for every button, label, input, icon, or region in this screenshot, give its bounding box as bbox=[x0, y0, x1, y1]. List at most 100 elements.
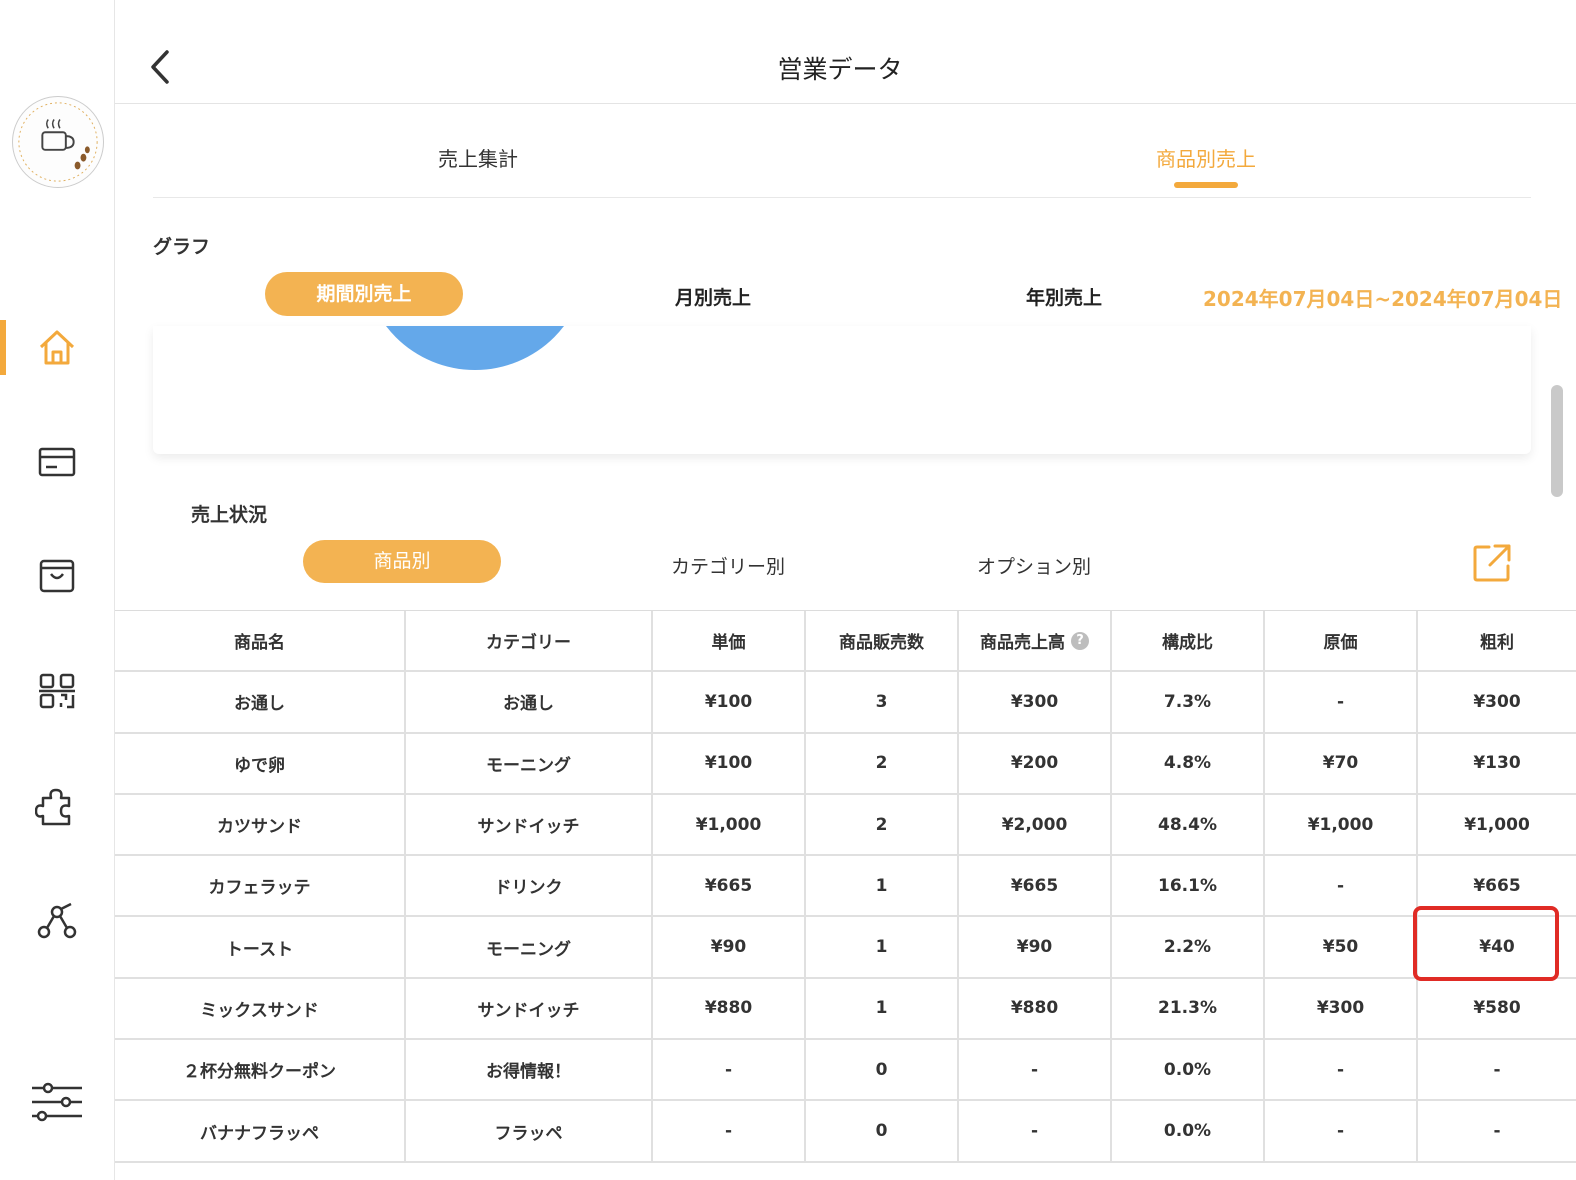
qr-code-icon[interactable] bbox=[35, 669, 79, 713]
table-cell: サンドイッチ bbox=[406, 794, 653, 855]
table-cell: 0.0% bbox=[1112, 1101, 1265, 1161]
table-cell: ¥2,000 bbox=[959, 794, 1112, 855]
table-cell: 1 bbox=[806, 856, 959, 916]
main-content: 営業データ 売上集計 商品別売上 グラフ 期間別売上 月別売上 年別売上 202… bbox=[115, 0, 1576, 1180]
period-tab-yearly[interactable]: 年別売上 bbox=[1026, 283, 1102, 310]
table-cell: ¥300 bbox=[959, 672, 1112, 732]
col-header-sales: 商品売上高? bbox=[959, 611, 1112, 671]
table-cell: ¥90 bbox=[959, 917, 1112, 977]
table-cell: サンドイッチ bbox=[406, 978, 653, 1039]
period-tab-monthly[interactable]: 月別売上 bbox=[675, 283, 751, 310]
table-cell: 2.2% bbox=[1112, 917, 1265, 977]
table-row: カフェラッテ ドリンク ¥665 1 ¥665 16.1% - ¥665 bbox=[115, 856, 1576, 918]
period-tab-by-period[interactable]: 期間別売上 bbox=[265, 272, 463, 316]
table-cell: お得情報！ bbox=[406, 1040, 653, 1100]
page-title: 営業データ bbox=[777, 55, 903, 84]
pie-chart-slice bbox=[363, 326, 587, 370]
help-icon[interactable]: ? bbox=[1071, 631, 1089, 650]
export-button[interactable] bbox=[1471, 542, 1513, 584]
table-cell: - bbox=[959, 1040, 1112, 1100]
table-cell: ¥880 bbox=[959, 978, 1112, 1039]
table-cell: モーニング bbox=[406, 733, 653, 793]
table-cell: ¥300 bbox=[1473, 691, 1521, 712]
table-cell: - bbox=[1265, 1101, 1418, 1161]
col-header-category: カテゴリー bbox=[406, 611, 653, 671]
table-cell: 0 bbox=[806, 1101, 959, 1161]
table-body: お通し お通し ¥100 3 ¥300 7.3% - ¥300 ゆで卵 モーニング ¥100 2 ¥20… bbox=[115, 672, 1576, 1163]
col-header-quantity: 商品販売数 bbox=[806, 611, 959, 671]
col-header-gross-profit: 粗利 bbox=[1480, 633, 1514, 654]
table-cell: ¥100 bbox=[653, 672, 806, 732]
sales-segment-selector: 商品別 カテゴリー別 オプション別 bbox=[115, 540, 1576, 586]
period-selector: 期間別売上 月別売上 年別売上 2024年07月04日~2024年07月04日 bbox=[115, 270, 1576, 320]
table-cell: カフェラッテ bbox=[115, 856, 406, 916]
table-cell: 4.8% bbox=[1112, 733, 1265, 793]
table-cell: 2 bbox=[806, 733, 959, 793]
table-cell: 7.3% bbox=[1112, 672, 1265, 732]
puzzle-icon[interactable] bbox=[34, 784, 79, 828]
col-header-sales-label: 商品売上高 bbox=[980, 633, 1065, 654]
table-cell: ¥1,000 bbox=[653, 794, 806, 855]
table-row: トースト モーニング ¥90 1 ¥90 2.2% ¥50 ¥40 bbox=[115, 917, 1576, 979]
table-cell: - bbox=[1493, 1121, 1501, 1142]
table-cell: ¥1,000 bbox=[1464, 814, 1530, 835]
table-cell: ¥665 bbox=[959, 856, 1112, 916]
table-cell: ミックスサンド bbox=[115, 978, 406, 1039]
table-row: ２杯分無料クーポン お得情報！ -0-0.0% - - bbox=[115, 1040, 1576, 1102]
table-cell: 21.3% bbox=[1112, 978, 1265, 1039]
date-range[interactable]: 2024年07月04日~2024年07月04日 bbox=[1203, 283, 1562, 312]
table-cell: フラッペ bbox=[406, 1101, 653, 1161]
table-cell: - bbox=[1265, 672, 1418, 732]
main-tabs: 売上集計 商品別売上 bbox=[153, 105, 1531, 198]
table-cell: 0.0% bbox=[1112, 1040, 1265, 1100]
table-row: お通し お通し ¥100 3 ¥300 7.3% - ¥300 bbox=[115, 672, 1576, 734]
segment-by-option[interactable]: オプション別 bbox=[977, 552, 1091, 579]
col-header-unit-price: 単価 bbox=[653, 611, 806, 671]
table-cell: 48.4% bbox=[1112, 794, 1265, 855]
active-nav-indicator bbox=[0, 320, 6, 375]
tab-sales-by-product[interactable]: 商品別売上 bbox=[1156, 143, 1256, 172]
card-icon[interactable] bbox=[35, 440, 79, 484]
active-tab-underline bbox=[1174, 182, 1238, 188]
table-cell: ２杯分無料クーポン bbox=[115, 1040, 406, 1100]
table-cell: ¥200 bbox=[959, 733, 1112, 793]
settings-sliders-icon[interactable] bbox=[30, 1080, 84, 1124]
tab-sales-summary[interactable]: 売上集計 bbox=[438, 143, 518, 172]
scrollbar[interactable] bbox=[1551, 385, 1563, 497]
table-cell: ¥1,000 bbox=[1265, 794, 1418, 855]
table-row: ゆで卵 モーニング ¥100 2 ¥200 4.8% ¥70 ¥130 bbox=[115, 733, 1576, 795]
highlight-box bbox=[1413, 906, 1559, 981]
sidebar bbox=[0, 0, 115, 1180]
table-cell: ¥50 bbox=[1265, 917, 1418, 977]
table-cell: お通し bbox=[115, 672, 406, 732]
table-cell: 1 bbox=[806, 978, 959, 1039]
table-cell: - bbox=[653, 1040, 806, 1100]
table-row: カツサンド サンドイッチ ¥1,000 2 ¥2,000 48.4% ¥1,000 ¥1,00… bbox=[115, 794, 1576, 857]
table-cell: 1 bbox=[806, 917, 959, 977]
graph-section-label: グラフ bbox=[153, 236, 211, 258]
external-link-icon bbox=[1473, 544, 1511, 582]
col-header-cost: 原価 bbox=[1265, 611, 1418, 671]
table-row: バナナフラッペ フラッペ -0-0.0% - - bbox=[115, 1101, 1576, 1163]
table-cell: - bbox=[1265, 856, 1418, 916]
table-cell: ¥665 bbox=[653, 856, 806, 916]
segment-by-product[interactable]: 商品別 bbox=[303, 540, 501, 583]
table-cell: バナナフラッペ bbox=[115, 1101, 406, 1161]
table-cell: 2 bbox=[806, 794, 959, 855]
header: 営業データ bbox=[115, 0, 1576, 104]
table-cell: ¥130 bbox=[1473, 753, 1521, 774]
graph-card bbox=[153, 326, 1531, 454]
sales-status-label: 売上状況 bbox=[191, 504, 268, 526]
shopping-bag-icon[interactable] bbox=[35, 554, 79, 598]
table-cell: ¥100 bbox=[653, 733, 806, 793]
table-cell: ¥880 bbox=[653, 978, 806, 1039]
table-cell: - bbox=[1493, 1059, 1501, 1080]
home-icon[interactable] bbox=[35, 325, 79, 369]
table-cell: カツサンド bbox=[115, 794, 406, 855]
sales-table: 商品名 カテゴリー 単価 商品販売数 商品売上高? 構成比 原価 粗利 お通しお… bbox=[115, 610, 1576, 1163]
network-icon[interactable] bbox=[35, 898, 79, 942]
col-header-ratio: 構成比 bbox=[1112, 611, 1265, 671]
table-cell: - bbox=[1265, 1040, 1418, 1100]
segment-by-category[interactable]: カテゴリー別 bbox=[671, 552, 785, 579]
table-cell: ゆで卵 bbox=[115, 733, 406, 793]
